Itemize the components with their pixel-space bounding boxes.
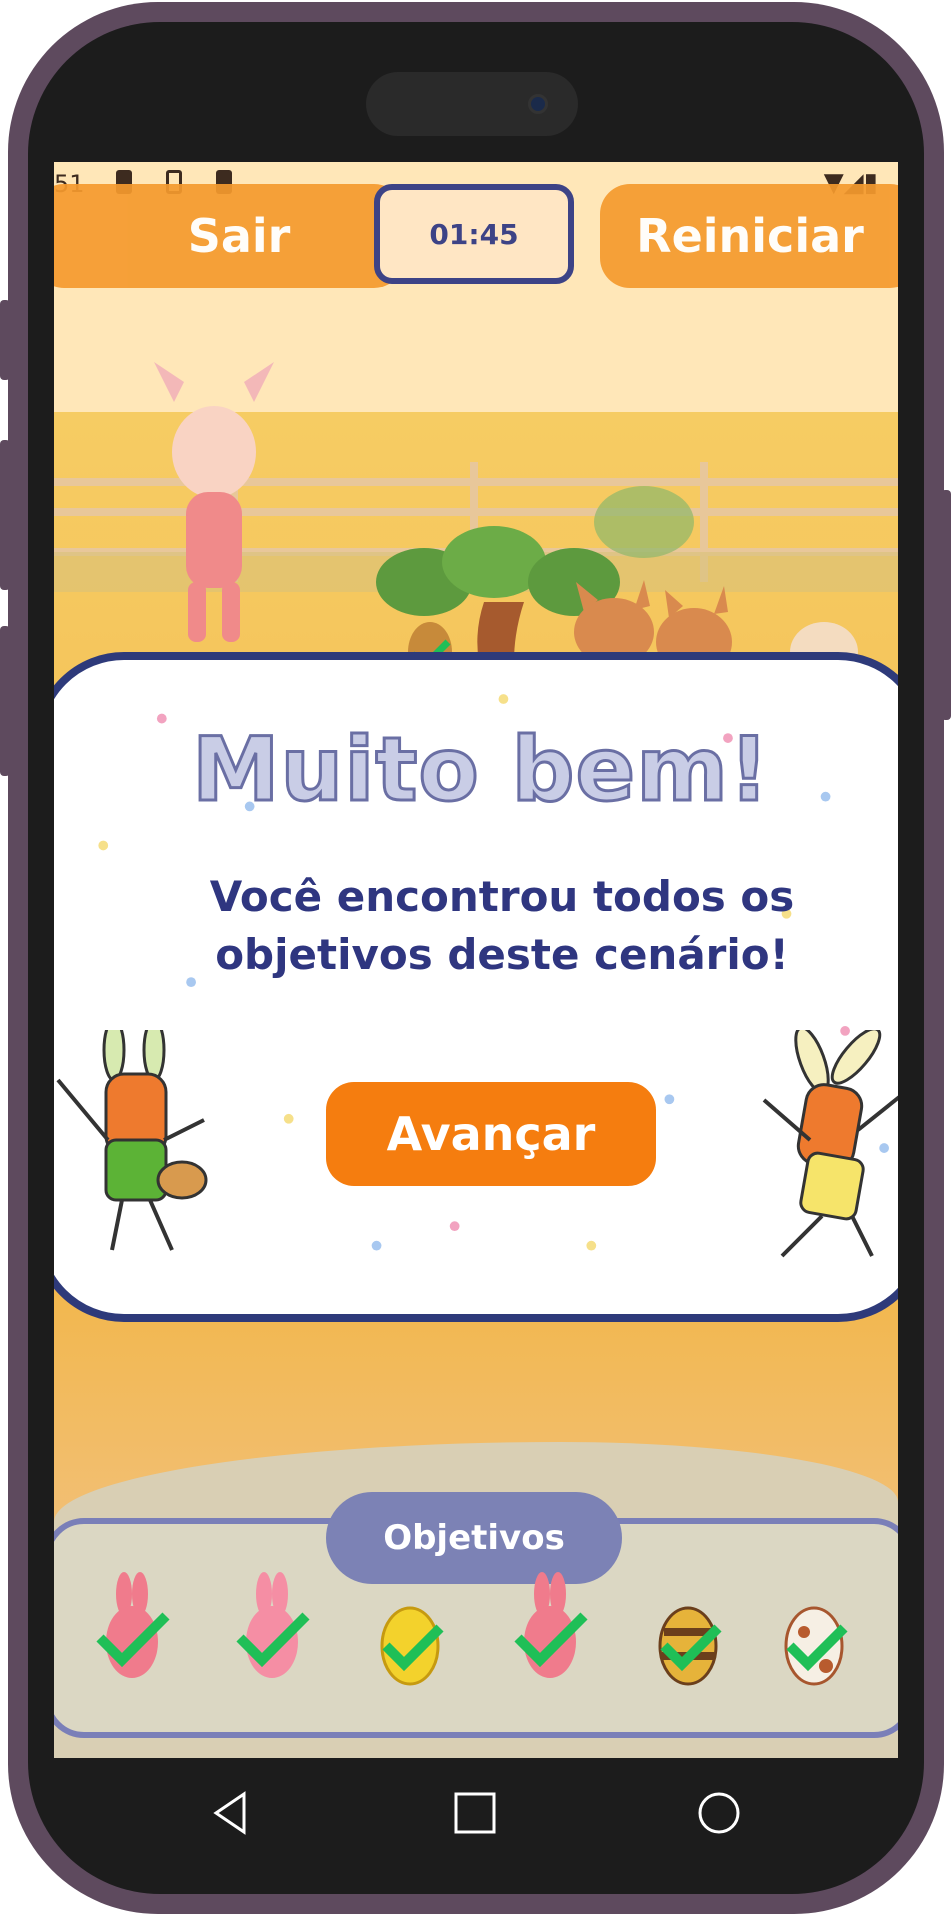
bush [594, 486, 694, 558]
restart-label: Reiniciar [636, 209, 864, 263]
home-icon[interactable] [450, 1788, 500, 1838]
advance-label: Avançar [386, 1107, 596, 1161]
restart-button[interactable]: Reiniciar [600, 184, 898, 288]
front-camera [528, 94, 548, 114]
objective-spotted-egg [784, 1606, 848, 1686]
objective-yellow-egg [380, 1606, 444, 1686]
bunny-battery-left [56, 1030, 208, 1251]
back-icon[interactable] [206, 1788, 256, 1838]
phone-side-button [941, 490, 951, 720]
objective-pink-bunny [236, 1572, 310, 1678]
exit-label: Sair [187, 209, 291, 263]
phone-side-button [0, 626, 10, 776]
girl-character [154, 362, 274, 642]
objective-striped-egg [658, 1606, 722, 1686]
timer-value: 01:45 [429, 217, 519, 251]
phone-side-button [0, 440, 10, 590]
success-modal: Muito bem! Você encontrou todos os objet… [54, 652, 898, 1322]
exit-button[interactable]: Sair [54, 184, 404, 288]
objectives-title-label: Objetivos [383, 1518, 565, 1558]
modal-message: Você encontrou todos os objetivos deste … [209, 872, 795, 979]
modal-title: Muito bem! [190, 717, 771, 823]
objectives-title: Objetivos [326, 1492, 622, 1584]
recents-icon[interactable] [694, 1788, 744, 1838]
phone-side-button [0, 300, 10, 380]
objective-pink-bunny [514, 1572, 588, 1678]
navigation-bar [54, 1758, 898, 1878]
advance-button[interactable]: Avançar [326, 1082, 656, 1186]
objective-pink-bunny [96, 1572, 170, 1678]
game-screen: 51 ▼◢▮ Sair 01:45 Reiniciar [54, 162, 898, 1758]
timer-display: 01:45 [374, 184, 574, 284]
bunny-battery-right [762, 1030, 898, 1258]
